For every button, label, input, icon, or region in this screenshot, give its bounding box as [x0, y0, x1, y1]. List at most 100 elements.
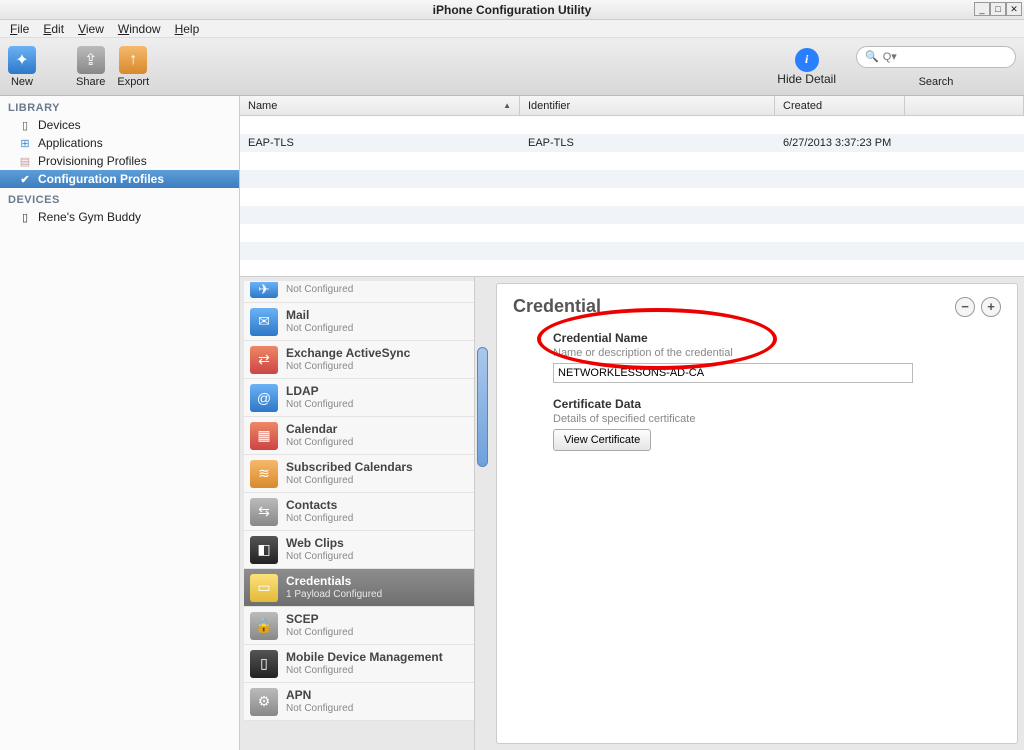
- phone-icon: ▯: [18, 210, 32, 224]
- new-icon: ✦: [8, 46, 36, 74]
- sidebar-item-label: Applications: [38, 136, 103, 150]
- apps-icon: ⊞: [18, 136, 32, 150]
- payload-item-contacts[interactable]: ⇆ ContactsNot Configured: [244, 493, 474, 531]
- payload-item-exchange-activesync[interactable]: ⇄Exchange ActiveSyncNot Configured: [244, 341, 474, 379]
- col-spacer: [905, 96, 1024, 115]
- col-label: Name: [248, 100, 277, 112]
- payload-title: SCEP: [286, 613, 353, 626]
- payload-list: ✈Not Configured✉MailNot Configured⇄Excha…: [240, 277, 490, 750]
- table-row-blank: [240, 116, 1024, 134]
- payload-item-partial[interactable]: ✈Not Configured: [244, 281, 474, 303]
- menu-edit[interactable]: Edit: [37, 21, 70, 37]
- certificate-data-label: Certificate Data: [553, 397, 1001, 411]
- payload-subtitle: Not Configured: [286, 361, 410, 372]
- payload-item-web-clips[interactable]: ◧Web ClipsNot Configured: [244, 531, 474, 569]
- payload-item-calendar[interactable]: ▦CalendarNot Configured: [244, 417, 474, 455]
- hide-detail-label: Hide Detail: [777, 72, 836, 86]
- sidebar-item-config-profiles[interactable]: ✔ Configuration Profiles: [0, 170, 239, 188]
- payload-subtitle: Not Configured: [286, 513, 353, 524]
- payload-title: Mail: [286, 309, 353, 322]
- search-input[interactable]: [883, 51, 1024, 63]
- sort-asc-icon: ▲: [503, 101, 511, 110]
- payload-title: Mobile Device Management: [286, 651, 443, 664]
- menu-window[interactable]: Window: [112, 21, 167, 37]
- table-row-blank: [240, 242, 1024, 260]
- sidebar-item-devices[interactable]: ▯ Devices: [0, 116, 239, 134]
- close-button[interactable]: ✕: [1006, 2, 1022, 16]
- export-icon: ↑: [119, 46, 147, 74]
- payload-icon: ⚙: [250, 688, 278, 716]
- maximize-button[interactable]: □: [990, 2, 1006, 16]
- payload-icon: @: [250, 384, 278, 412]
- sidebar-item-label: Provisioning Profiles: [38, 154, 147, 168]
- export-button[interactable]: ↑ Export: [117, 46, 149, 88]
- col-name[interactable]: Name ▲: [240, 96, 520, 115]
- info-icon: i: [795, 48, 819, 72]
- new-button[interactable]: ✦ New: [8, 46, 36, 88]
- payload-icon: ⇆: [250, 498, 278, 526]
- sidebar-item-provisioning[interactable]: ▤ Provisioning Profiles: [0, 152, 239, 170]
- new-label: New: [11, 76, 33, 88]
- payload-subtitle: Not Configured: [286, 437, 353, 448]
- device-icon: ▯: [18, 118, 32, 132]
- search-icon: 🔍: [865, 50, 879, 63]
- view-certificate-button[interactable]: View Certificate: [553, 429, 651, 451]
- search-wrap: 🔍 Search: [856, 46, 1016, 88]
- add-button[interactable]: +: [981, 297, 1001, 317]
- payload-item-apn[interactable]: ⚙APNNot Configured: [244, 683, 474, 721]
- payload-icon: ✈: [250, 282, 278, 298]
- payload-subtitle: Not Configured: [286, 551, 353, 562]
- library-header: LIBRARY: [0, 96, 239, 116]
- col-identifier[interactable]: Identifier: [520, 96, 775, 115]
- cell-name: EAP-TLS: [240, 137, 520, 149]
- menu-help[interactable]: Help: [169, 21, 206, 37]
- scroll-thumb[interactable]: [477, 347, 488, 467]
- payload-title: APN: [286, 689, 353, 702]
- sidebar-item-applications[interactable]: ⊞ Applications: [0, 134, 239, 152]
- menu-file[interactable]: File: [4, 21, 35, 37]
- share-icon: ⇪: [77, 46, 105, 74]
- payload-title: Contacts: [286, 499, 353, 512]
- scrollbar[interactable]: [474, 277, 490, 750]
- table-header: Name ▲ Identifier Created: [240, 96, 1024, 116]
- payload-item-scep[interactable]: 🔒 SCEPNot Configured: [244, 607, 474, 645]
- share-button[interactable]: ⇪ Share: [76, 46, 105, 88]
- payload-item-mail[interactable]: ✉MailNot Configured: [244, 303, 474, 341]
- payload-title: Calendar: [286, 423, 353, 436]
- col-created[interactable]: Created: [775, 96, 905, 115]
- minimize-button[interactable]: _: [974, 2, 990, 16]
- payload-icon: ▯: [250, 650, 278, 678]
- table-row-blank: [240, 188, 1024, 206]
- menu-bar: File Edit View Window Help: [0, 20, 1024, 38]
- payload-subtitle: Not Configured: [286, 475, 413, 486]
- remove-button[interactable]: −: [955, 297, 975, 317]
- table-row[interactable]: EAP-TLS EAP-TLS 6/27/2013 3:37:23 PM: [240, 134, 1024, 152]
- payload-icon: ⇄: [250, 346, 278, 374]
- detail-title: Credential: [513, 296, 601, 317]
- payload-item-credentials[interactable]: ▭Credentials1 Payload Configured: [244, 569, 474, 607]
- table-body: EAP-TLS EAP-TLS 6/27/2013 3:37:23 PM: [240, 116, 1024, 276]
- payload-icon: ✉: [250, 308, 278, 336]
- sidebar: LIBRARY ▯ Devices ⊞ Applications ▤ Provi…: [0, 96, 240, 750]
- payload-subtitle: Not Configured: [286, 627, 353, 638]
- config-icon: ✔: [18, 172, 32, 186]
- payload-icon: ▭: [250, 574, 278, 602]
- search-box[interactable]: 🔍: [856, 46, 1016, 68]
- payload-title: Credentials: [286, 575, 382, 588]
- cell-created: 6/27/2013 3:37:23 PM: [775, 137, 905, 149]
- payload-title: Subscribed Calendars: [286, 461, 413, 474]
- payload-item-ldap[interactable]: @LDAPNot Configured: [244, 379, 474, 417]
- payload-item-subscribed-calendars[interactable]: ≋Subscribed CalendarsNot Configured: [244, 455, 474, 493]
- credential-name-help: Name or description of the credential: [553, 347, 1001, 359]
- sidebar-item-label: Devices: [38, 118, 81, 132]
- payload-icon: 🔒: [250, 612, 278, 640]
- menu-view[interactable]: View: [72, 21, 110, 37]
- sidebar-item-device-0[interactable]: ▯ Rene's Gym Buddy: [0, 208, 239, 226]
- credential-name-input[interactable]: [553, 363, 913, 383]
- devices-header: DEVICES: [0, 188, 239, 208]
- hide-detail-button[interactable]: i Hide Detail: [777, 48, 836, 86]
- sidebar-item-label: Rene's Gym Buddy: [38, 210, 141, 224]
- payload-item-mobile-device-management[interactable]: ▯Mobile Device ManagementNot Configured: [244, 645, 474, 683]
- title-bar: iPhone Configuration Utility _ □ ✕: [0, 0, 1024, 20]
- sidebar-item-label: Configuration Profiles: [38, 172, 164, 186]
